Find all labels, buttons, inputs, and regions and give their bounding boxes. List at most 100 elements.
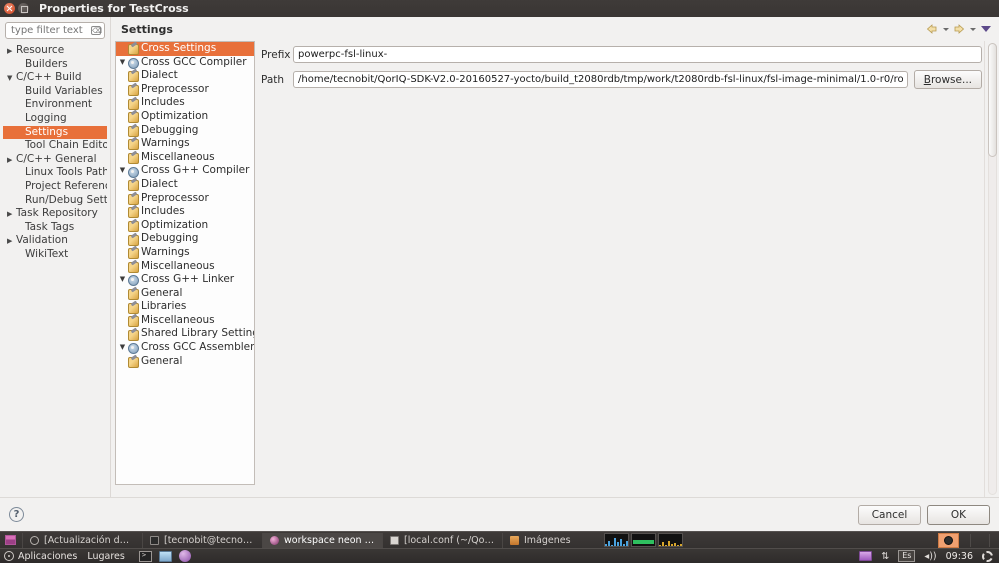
tool-tree-item[interactable]: Optimization — [116, 219, 254, 233]
tool-tree-item[interactable]: Cross Settings — [116, 42, 254, 56]
chevron-down-icon[interactable]: ▼ — [118, 56, 127, 70]
places-menu-label[interactable]: Lugares — [87, 551, 125, 562]
tool-tree-item[interactable]: ▼ Cross GCC Assembler — [116, 341, 254, 355]
sidebar-item-run-debug-settings[interactable]: Run/Debug Settings — [3, 194, 107, 208]
maximize-icon[interactable] — [18, 3, 29, 14]
screen-icon[interactable] — [859, 551, 873, 561]
prefix-row: Prefix — [261, 46, 982, 63]
window-list-taskbar: [Actualización de sof... [tecnobit@tecnob… — [0, 531, 999, 548]
chevron-down-icon[interactable]: ▼ — [118, 164, 127, 178]
folder-icon — [510, 535, 519, 545]
sidebar-item-linux-tools-path[interactable]: Linux Tools Path — [3, 166, 107, 180]
tool-tree-item[interactable]: ▼ Cross G++ Linker — [116, 273, 254, 287]
settings-header: Settings — [111, 17, 999, 41]
tool-tree-item[interactable]: General — [116, 355, 254, 369]
chevron-down-icon[interactable]: ▼ — [118, 341, 127, 355]
tool-tree-item[interactable]: Optimization — [116, 110, 254, 124]
tool-tree-item[interactable]: Includes — [116, 96, 254, 110]
chevron-down-icon[interactable]: ▼ — [118, 273, 127, 287]
tool-tree-item[interactable]: ▼ Cross GCC Compiler — [116, 56, 254, 70]
close-icon[interactable] — [4, 3, 15, 14]
volume-icon[interactable]: ◂)) — [924, 551, 936, 562]
path-input[interactable] — [293, 71, 908, 88]
prefix-input[interactable] — [293, 46, 982, 63]
taskbar-task[interactable]: workspace neon - C/... — [262, 532, 382, 548]
back-dropdown-icon[interactable] — [941, 22, 950, 36]
taskbar-task-label: Imágenes — [524, 534, 571, 546]
ok-button[interactable]: OK — [927, 504, 990, 525]
taskbar-task[interactable]: [Actualización de sof... — [22, 532, 142, 548]
sidebar-item-c-c-build[interactable]: ▼ C/C++ Build — [3, 71, 107, 85]
sidebar-item-c-c-general[interactable]: ▶ C/C++ General — [3, 153, 107, 167]
chevron-right-icon[interactable]: ▶ — [7, 45, 16, 59]
tool-tree-item[interactable]: Libraries — [116, 300, 254, 314]
back-arrow-icon[interactable] — [925, 22, 939, 36]
scrollbar-thumb[interactable] — [988, 43, 997, 157]
tool-tree-item[interactable]: Dialect — [116, 178, 254, 192]
tool-tree-item[interactable]: Debugging — [116, 124, 254, 138]
tool-tree-item-label: Miscellaneous — [141, 259, 215, 272]
forward-arrow-icon[interactable] — [952, 22, 966, 36]
filter-input[interactable] — [5, 22, 105, 39]
taskbar-task[interactable]: Imágenes — [502, 532, 586, 548]
sidebar-item-environment[interactable]: Environment — [3, 98, 107, 112]
tool-tree-item[interactable]: Preprocessor — [116, 192, 254, 206]
workspace-indicator[interactable] — [938, 532, 959, 548]
chevron-right-icon[interactable]: ▶ — [7, 154, 16, 168]
tool-tree-item[interactable]: Miscellaneous — [116, 314, 254, 328]
tool-tree-item[interactable]: General — [116, 287, 254, 301]
sidebar-item-task-tags[interactable]: Task Tags — [3, 221, 107, 235]
tool-tree-item[interactable]: Warnings — [116, 137, 254, 151]
sidebar-item-build-variables[interactable]: Build Variables — [3, 85, 107, 99]
tool-tree-item[interactable]: Miscellaneous — [116, 260, 254, 274]
browser-icon[interactable] — [178, 550, 191, 562]
sidebar-item-validation[interactable]: ▶ Validation — [3, 234, 107, 248]
cancel-button[interactable]: Cancel — [858, 504, 921, 525]
tool-option-icon — [127, 193, 139, 205]
tool-tree-item[interactable]: Dialect — [116, 69, 254, 83]
sidebar-item-wikitext[interactable]: WikiText — [3, 248, 107, 262]
clock[interactable]: 09:36 — [946, 551, 973, 562]
chevron-right-icon[interactable]: ▶ — [7, 208, 16, 222]
sidebar-item-builders[interactable]: Builders — [3, 58, 107, 72]
applications-menu-icon[interactable] — [4, 551, 14, 561]
network-icon[interactable]: ⇅ — [881, 551, 889, 562]
sidebar-item-task-repository[interactable]: ▶ Task Repository — [3, 207, 107, 221]
tool-tree-item[interactable]: Includes — [116, 205, 254, 219]
sidebar-item-settings[interactable]: Settings — [3, 125, 107, 140]
keyboard-layout-indicator[interactable]: Es — [898, 550, 916, 562]
tool-tree-item[interactable]: Preprocessor — [116, 83, 254, 97]
tool-option-icon — [127, 43, 139, 56]
browse-button[interactable]: Browse... — [913, 70, 982, 89]
taskbar-task[interactable]: [tecnobit@tecnobitI... — [142, 532, 262, 548]
clear-icon[interactable]: ⌫ — [91, 26, 102, 35]
terminal-icon[interactable] — [138, 550, 152, 562]
tool-tree-item[interactable]: ▼ Cross G++ Compiler — [116, 164, 254, 178]
tool-tree-item[interactable]: Shared Library Settings — [116, 327, 254, 341]
settings-gear-icon[interactable] — [982, 550, 993, 562]
filter-menu-icon[interactable] — [979, 22, 993, 36]
sidebar-item-tool-chain-editor[interactable]: Tool Chain Editor — [3, 139, 107, 153]
system-monitor-applet[interactable] — [604, 533, 683, 547]
sidebar-item-project-references[interactable]: Project References — [3, 180, 107, 194]
sidebar-item-label: C/C++ Build — [16, 71, 82, 84]
launcher-icon[interactable] — [5, 535, 16, 545]
sidebar-item-logging[interactable]: Logging — [3, 112, 107, 126]
tool-tree-item[interactable]: Warnings — [116, 246, 254, 260]
help-icon[interactable]: ? — [9, 507, 24, 522]
system-monitor-icon[interactable] — [158, 550, 172, 562]
taskbar-task[interactable]: [local.conf (~/QorIQ-... — [382, 532, 502, 548]
forward-dropdown-icon[interactable] — [968, 22, 977, 36]
tool-tree-item-label: Preprocessor — [141, 191, 209, 204]
settings-pane: Settings Cross Settings ▼ Cross GCC Comp… — [110, 17, 999, 497]
chevron-down-icon[interactable]: ▼ — [7, 72, 16, 86]
settings-scrollbar[interactable] — [984, 41, 999, 497]
tool-tree-item[interactable]: Miscellaneous — [116, 151, 254, 165]
chevron-right-icon[interactable]: ▶ — [7, 235, 16, 249]
sidebar-item-resource[interactable]: ▶ Resource — [3, 44, 107, 58]
tool-option-icon — [127, 125, 139, 137]
tool-tree-item[interactable]: Debugging — [116, 232, 254, 246]
workspace-indicator-dot — [944, 535, 953, 545]
applications-menu-label[interactable]: Aplicaciones — [18, 551, 77, 562]
task-list: [Actualización de sof... [tecnobit@tecnob… — [22, 532, 586, 548]
